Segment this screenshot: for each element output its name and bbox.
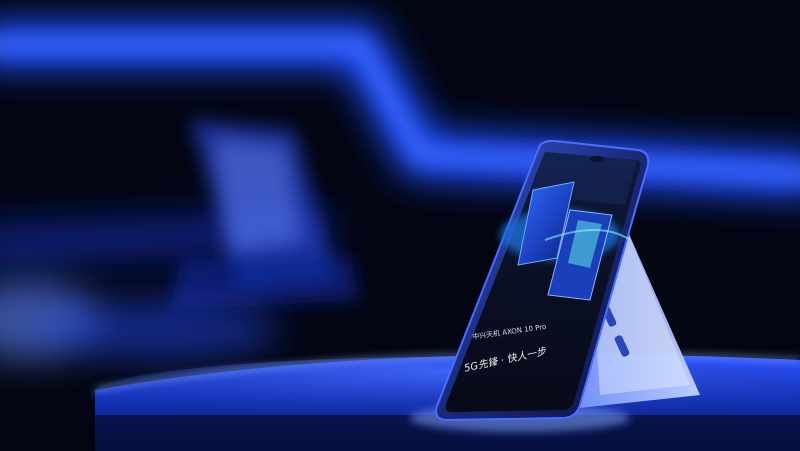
photo-scene: 中兴天机 AXON 10 Pro 5G先锋 · 快人一步	[0, 0, 800, 451]
photo-illustration	[0, 0, 800, 451]
